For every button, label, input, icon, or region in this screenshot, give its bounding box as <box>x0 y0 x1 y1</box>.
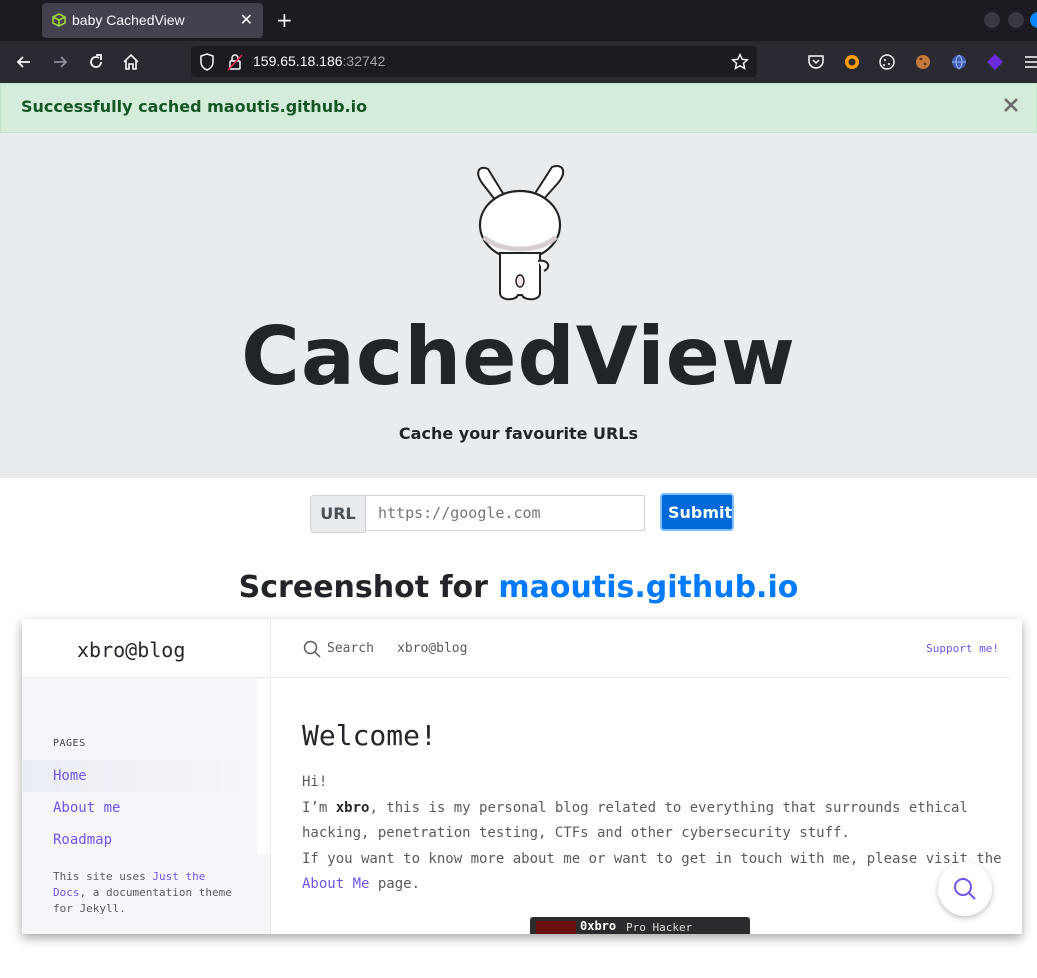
site-content: Welcome! Hi! I’m xbro, this is my person… <box>302 719 1002 898</box>
footer-suffix: , a documentation theme for Jekyll. <box>53 886 232 915</box>
contact-text: If you want to know more about me or wan… <box>302 850 1002 867</box>
site-title-bar: xbro@blog <box>22 619 270 678</box>
lock-icon[interactable] <box>227 53 243 71</box>
cookie-icon[interactable] <box>878 53 896 71</box>
site-sidebar: xbro@blog PAGES Home About me Roadmap Th… <box>22 619 271 934</box>
screenshot-heading: Screenshot for maoutis.github.io <box>0 570 1037 605</box>
site-heading: Welcome! <box>302 719 437 752</box>
cached-screenshot: xbro@blog PAGES Home About me Roadmap Th… <box>22 619 1022 934</box>
site-contact-line2: About Me page. <box>302 872 992 898</box>
search-icon <box>954 878 976 900</box>
cube-icon <box>52 13 66 27</box>
site-nav-label: Roadmap <box>53 832 113 848</box>
badge-name: 0xbro <box>580 919 617 933</box>
browser-tab-bar: baby CachedView ✕ + <box>0 0 1037 41</box>
cookie-editor-icon[interactable] <box>914 53 932 71</box>
site-contact: If you want to know more about me or wan… <box>302 847 1002 873</box>
forward-icon[interactable] <box>50 52 70 72</box>
hero-title: CachedView <box>241 310 796 403</box>
browser-tab[interactable]: baby CachedView ✕ <box>42 3 263 38</box>
site-nav-label: Home <box>53 768 87 784</box>
site-header: Search xbro@blog Support me! <box>271 619 1011 678</box>
site-greeting: Hi! <box>302 774 328 790</box>
bunny-mascot-icon <box>477 165 565 301</box>
screenshot-heading-prefix: Screenshot for <box>238 570 499 605</box>
intro-rest: , this is my personal blog related to ev… <box>302 799 968 842</box>
url-port: :32742 <box>342 53 386 69</box>
footer-prefix: This site uses <box>53 870 153 883</box>
tab-title: baby CachedView <box>72 12 185 28</box>
globe-icon[interactable] <box>950 53 968 71</box>
success-alert: Successfully cached maoutis.github.io <box>0 83 1037 133</box>
window-maximize-button[interactable] <box>1008 12 1024 28</box>
site-nav-about[interactable]: About me <box>22 792 257 824</box>
support-link[interactable]: Support me! <box>926 642 999 655</box>
wappalyzer-icon[interactable] <box>986 53 1004 71</box>
url-text: 159.65.18.186:32742 <box>253 53 385 69</box>
site-search-input[interactable]: Search <box>327 641 374 656</box>
search-icon[interactable] <box>303 640 321 658</box>
alert-message: Successfully cached maoutis.github.io <box>21 97 368 116</box>
search-fab-button[interactable] <box>938 862 992 916</box>
site-nav-label: About me <box>53 800 121 816</box>
about-me-link[interactable]: About Me <box>302 876 369 892</box>
intro-name: xbro <box>335 799 370 816</box>
browser-nav-bar: 159.65.18.186:32742 <box>0 41 1037 83</box>
shield-icon[interactable] <box>199 53 215 71</box>
submit-button[interactable]: Submit <box>660 493 734 531</box>
site-search-scope: xbro@blog <box>397 641 468 656</box>
site-title[interactable]: xbro@blog <box>77 638 185 662</box>
tab-close-icon[interactable]: ✕ <box>240 10 253 29</box>
new-tab-button[interactable]: + <box>276 8 293 32</box>
contact-suffix: page. <box>369 876 421 892</box>
address-bar[interactable]: 159.65.18.186:32742 <box>191 46 757 77</box>
extension-ring-icon[interactable] <box>843 53 861 71</box>
url-host: 159.65.18.186 <box>253 53 343 69</box>
url-label: URL <box>310 495 366 533</box>
site-intro: I’m xbro, this is my personal blog relat… <box>302 796 992 847</box>
badge-rank: Pro Hacker <box>626 921 693 934</box>
menu-icon[interactable] <box>1022 53 1037 71</box>
pages-label: PAGES <box>53 738 86 749</box>
site-nav-home[interactable]: Home <box>22 760 257 792</box>
reload-icon[interactable] <box>86 52 106 72</box>
site-footer-note: This site uses Just the Docs, a document… <box>53 869 243 917</box>
intro-prefix: I’m <box>302 799 336 816</box>
close-icon[interactable] <box>1000 94 1022 116</box>
badge-avatar <box>536 921 576 934</box>
pocket-icon[interactable] <box>807 53 825 71</box>
htb-badge[interactable]: 0xbro Pro Hacker <box>530 917 750 934</box>
star-icon[interactable] <box>731 53 749 71</box>
window-minimize-button[interactable] <box>984 12 1000 28</box>
hero-section: CachedView Cache your favourite URLs <box>0 133 1037 478</box>
hero-subtitle: Cache your favourite URLs <box>398 424 639 443</box>
sidebar-scroll-area <box>257 679 270 854</box>
screenshot-heading-link[interactable]: maoutis.github.io <box>498 570 798 605</box>
home-icon[interactable] <box>121 52 141 72</box>
window-close-button[interactable] <box>1030 12 1037 28</box>
back-icon[interactable] <box>14 52 34 72</box>
site-nav-roadmap[interactable]: Roadmap <box>22 824 257 856</box>
url-input[interactable] <box>365 495 645 531</box>
